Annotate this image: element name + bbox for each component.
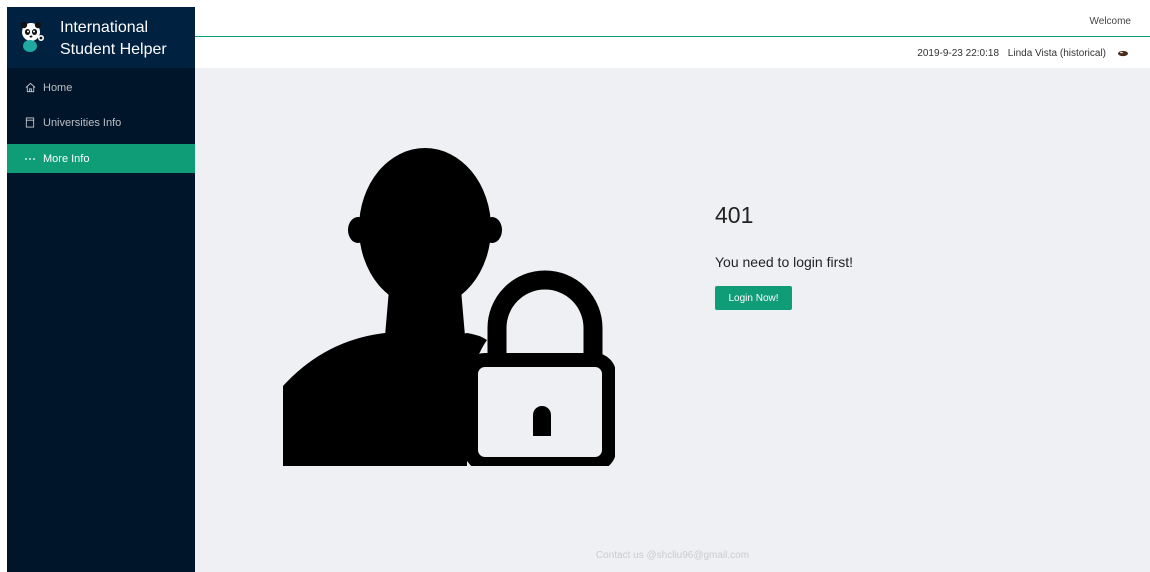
weather-icon xyxy=(1118,50,1128,57)
error-message: You need to login first! xyxy=(715,254,854,270)
datetime: 2019-9-23 22:0:18 xyxy=(917,48,999,59)
app-window: International Student Helper Home Univer… xyxy=(7,7,1150,572)
home-icon xyxy=(23,82,37,93)
sidebar-item-home[interactable]: Home xyxy=(7,73,195,102)
sidebar-item-universities-info[interactable]: Universities Info xyxy=(7,108,195,137)
header: Welcome 2019-9-23 22:0:18 Linda Vista (h… xyxy=(195,7,1150,68)
panda-logo-icon xyxy=(20,21,44,52)
user-lock-icon xyxy=(283,148,615,466)
header-top-bar: Welcome xyxy=(195,7,1150,37)
brand-title-line1: International xyxy=(60,19,149,36)
error-code: 401 xyxy=(715,202,754,228)
header-info-bar: 2019-9-23 22:0:18 Linda Vista (historica… xyxy=(195,38,1150,68)
brand-title-line2: Student Helper xyxy=(60,41,167,58)
brand-title: International Student Helper xyxy=(60,17,167,61)
footer-contact[interactable]: Contact us @shcliu96@gmail.com xyxy=(195,550,1150,561)
sidebar-item-label: Universities Info xyxy=(43,116,122,129)
document-icon xyxy=(23,117,37,128)
welcome-text[interactable]: Welcome xyxy=(1090,16,1132,27)
sidebar: International Student Helper Home Univer… xyxy=(7,7,195,572)
main-content: 401 You need to login first! Login Now! … xyxy=(195,68,1150,572)
sidebar-item-more-info[interactable]: More Info xyxy=(7,144,195,173)
sidebar-item-label: Home xyxy=(43,81,73,94)
sidebar-item-label: More Info xyxy=(43,152,90,165)
login-now-button[interactable]: Login Now! xyxy=(715,286,792,310)
location: Linda Vista (historical) xyxy=(1007,48,1106,59)
ellipsis-icon xyxy=(23,157,37,161)
brand[interactable]: International Student Helper xyxy=(7,7,195,68)
